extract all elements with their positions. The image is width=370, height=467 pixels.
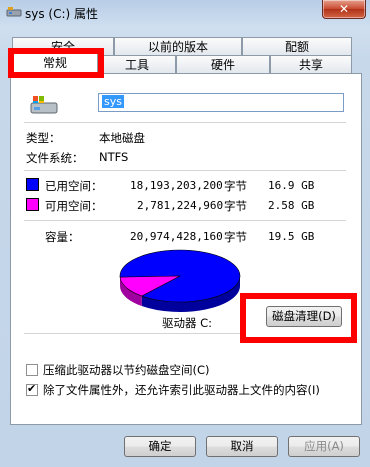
drive-name-value: sys xyxy=(102,95,124,108)
used-space-label: 已用空间： xyxy=(45,179,103,193)
window-title: sys (C:) 属性 xyxy=(25,7,99,21)
used-space-gb: 16.9 GB xyxy=(268,179,315,192)
filesystem-value: NTFS xyxy=(99,150,129,164)
divider xyxy=(24,220,346,221)
tab-hardware[interactable]: 硬件 xyxy=(176,55,270,73)
used-space-unit: 字节 xyxy=(224,179,247,193)
used-space-bytes: 18,193,203,200 xyxy=(130,179,223,192)
ok-button[interactable]: 确定 xyxy=(124,436,196,457)
tab-label: 以前的版本 xyxy=(147,40,208,54)
compress-checkbox[interactable] xyxy=(26,364,38,376)
tab-label: 工具 xyxy=(124,58,149,72)
divider xyxy=(24,170,346,171)
title-bar[interactable]: sys (C:) 属性 ✕ xyxy=(0,0,370,26)
close-icon: ✕ xyxy=(338,2,350,16)
tab-sharing[interactable]: 共享 xyxy=(270,55,352,73)
filesystem-label: 文件系统： xyxy=(26,151,84,165)
highlight-cleanup-button xyxy=(240,293,357,343)
tab-quota[interactable]: 配额 xyxy=(242,37,352,55)
divider xyxy=(24,122,346,123)
properties-window: sys (C:) 属性 ✕ 安全 以前的版本 配额 工具 硬件 共享 常规 sy… xyxy=(0,0,370,467)
capacity-unit: 字节 xyxy=(224,230,247,244)
capacity-label: 容量： xyxy=(45,230,80,244)
used-space-swatch xyxy=(26,178,39,191)
hard-drive-icon xyxy=(30,96,58,114)
type-value: 本地磁盘 xyxy=(99,131,145,145)
divider xyxy=(24,333,242,334)
compress-label: 压缩此驱动器以节约磁盘空间(C) xyxy=(43,363,210,377)
free-space-bytes: 2,781,224,960 xyxy=(137,199,224,212)
index-checkbox[interactable]: ✔ xyxy=(26,382,38,396)
free-space-gb: 2.58 GB xyxy=(268,199,315,212)
free-space-swatch xyxy=(26,198,39,211)
capacity-gb: 19.5 GB xyxy=(268,230,315,243)
free-space-label: 可用空间： xyxy=(45,199,103,213)
check-icon: ✔ xyxy=(27,382,37,395)
tab-label: 硬件 xyxy=(210,58,235,72)
close-button[interactable]: ✕ xyxy=(322,0,366,19)
tab-label: 配额 xyxy=(284,40,309,54)
tab-tools[interactable]: 工具 xyxy=(98,55,176,73)
cancel-button[interactable]: 取消 xyxy=(206,436,278,457)
tab-label: 共享 xyxy=(298,58,323,72)
type-label: 类型： xyxy=(26,131,61,145)
capacity-bytes: 20,974,428,160 xyxy=(130,230,223,243)
tab-previous-versions[interactable]: 以前的版本 xyxy=(114,37,242,55)
free-space-unit: 字节 xyxy=(224,199,247,213)
drive-name-input[interactable]: sys xyxy=(98,93,344,112)
highlight-general-tab xyxy=(8,48,104,78)
drive-letter-label: 驱动器 C: xyxy=(162,316,213,330)
disk-usage-pie xyxy=(119,249,241,312)
drive-icon xyxy=(6,7,22,17)
apply-button[interactable]: 应用(A) xyxy=(288,436,360,457)
index-label: 除了文件属性外，还允许索引此驱动器上文件的内容(I) xyxy=(43,383,320,397)
